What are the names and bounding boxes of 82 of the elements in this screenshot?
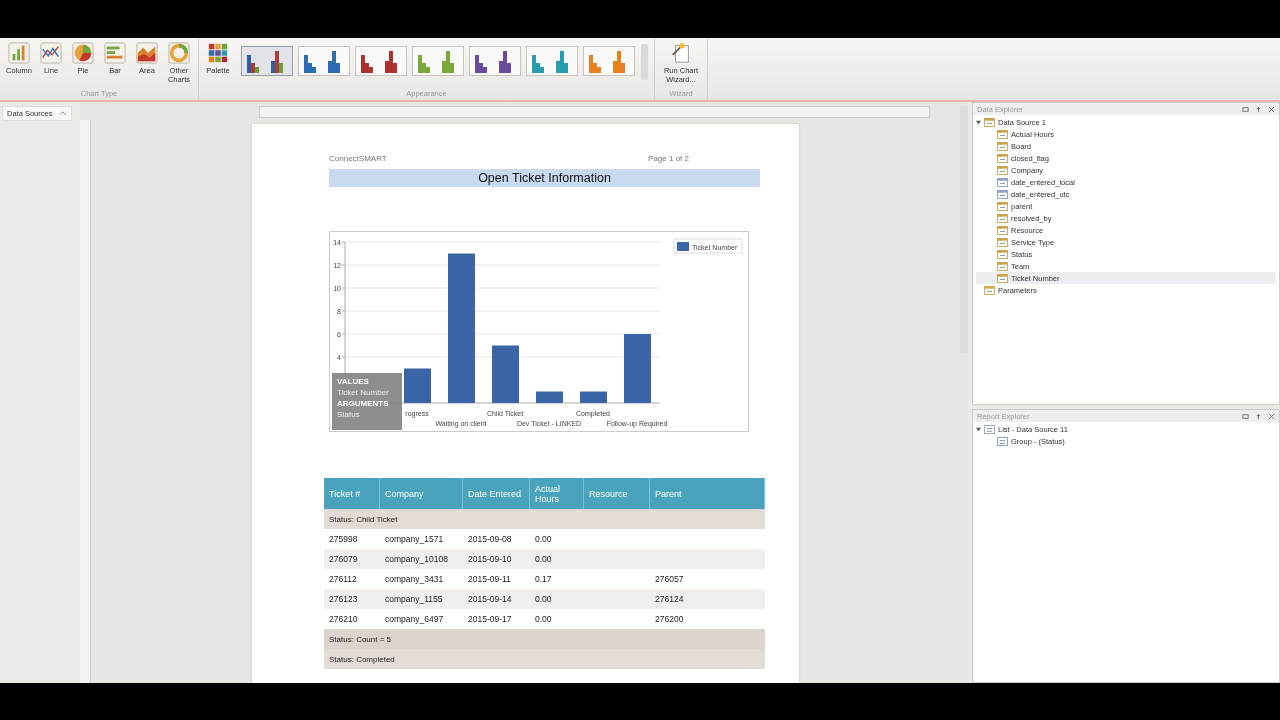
gallery-scrollbar[interactable]	[641, 44, 648, 80]
palette-swatch[interactable]	[241, 46, 293, 76]
table-cell: company_1155	[385, 594, 443, 604]
table-cell: 2015-09-14	[468, 594, 512, 604]
table-cell: 275998	[329, 534, 358, 544]
table-cell: 276123	[329, 594, 358, 604]
legend-background	[673, 238, 743, 254]
tooltip-heading: VALUES	[337, 376, 370, 387]
wand-icon	[670, 42, 692, 64]
table-cell: 276112	[329, 574, 357, 584]
group-label: Status: Child Ticket	[329, 514, 398, 524]
node-icon	[984, 424, 995, 434]
palette-swatch[interactable]	[355, 46, 407, 76]
bar	[404, 368, 431, 403]
bar	[536, 391, 563, 403]
maximize-icon[interactable]	[1242, 105, 1249, 113]
chart-type-icon	[104, 42, 126, 64]
table-cell: 0.17	[535, 574, 552, 584]
palette-swatch[interactable]	[526, 46, 578, 76]
bar	[580, 391, 607, 403]
table-cell: 0.00	[535, 534, 552, 544]
group-label: Status: Completed	[329, 654, 395, 664]
chart-type-icon	[168, 42, 190, 64]
field-icon	[997, 273, 1008, 283]
tooltip-value: Status	[337, 409, 361, 420]
field-icon	[984, 285, 995, 295]
table-cell: 0.00	[535, 554, 552, 564]
close-icon[interactable]	[1268, 105, 1275, 113]
field-icon	[997, 237, 1008, 247]
palette-swatch[interactable]	[298, 46, 350, 76]
field-icon	[997, 189, 1008, 199]
field-icon	[997, 225, 1008, 235]
table-cell: company_1571	[385, 534, 444, 544]
palette-swatch[interactable]	[469, 46, 521, 76]
field-icon	[997, 201, 1008, 211]
field-icon	[997, 165, 1008, 175]
pin-icon[interactable]	[1255, 412, 1262, 420]
field-icon	[997, 129, 1008, 139]
field-icon	[997, 261, 1008, 271]
collapse-icon[interactable]	[59, 111, 67, 116]
field-icon	[997, 249, 1008, 259]
field-icon	[984, 117, 995, 127]
table-cell: 2015-09-17	[468, 614, 512, 624]
field-icon	[997, 141, 1008, 151]
table-cell: 276210	[329, 614, 358, 624]
table-cell: 276079	[329, 554, 358, 564]
table-cell: company_6497	[385, 614, 444, 624]
table-cell: company_3431	[385, 574, 444, 584]
expand-arrow-icon[interactable]	[976, 119, 981, 125]
table-cell: 276200	[655, 614, 684, 624]
table-cell: 2015-09-11	[468, 574, 511, 584]
pin-icon[interactable]	[1255, 105, 1262, 113]
table-cell: 2015-09-10	[468, 554, 512, 564]
palette-icon	[207, 42, 229, 64]
field-icon	[997, 177, 1008, 187]
table-cell: 276057	[655, 574, 684, 584]
legend-swatch	[677, 242, 689, 251]
chart-type-icon	[40, 42, 62, 64]
maximize-icon[interactable]	[1242, 412, 1249, 420]
group-label: Status: Count = 5	[329, 634, 392, 644]
palette-swatch[interactable]	[583, 46, 635, 76]
report-title: Open Ticket Information	[329, 169, 760, 187]
tooltip-value: Ticket Number	[337, 387, 390, 398]
tooltip-heading: ARGUMENTS	[337, 398, 390, 409]
palette-swatch[interactable]	[412, 46, 464, 76]
expand-arrow-icon[interactable]	[976, 426, 981, 432]
close-icon[interactable]	[1268, 412, 1275, 420]
table-cell: 0.00	[535, 594, 552, 604]
header-text: ConnectSMART	[329, 154, 387, 163]
bar	[624, 334, 651, 403]
field-icon	[997, 213, 1008, 223]
table-cell: 276124	[655, 594, 684, 604]
chart-type-icon	[8, 42, 30, 64]
chart-type-icon	[72, 42, 94, 64]
table-cell: 2015-09-08	[468, 534, 512, 544]
table-cell: 0.00	[535, 614, 552, 624]
field-icon	[997, 153, 1008, 163]
node-icon	[997, 436, 1008, 446]
bar	[492, 345, 519, 403]
chart-type-icon	[136, 42, 158, 64]
table-cell: company_10108	[385, 554, 448, 564]
page-number: Page 1 of 2	[648, 154, 689, 163]
